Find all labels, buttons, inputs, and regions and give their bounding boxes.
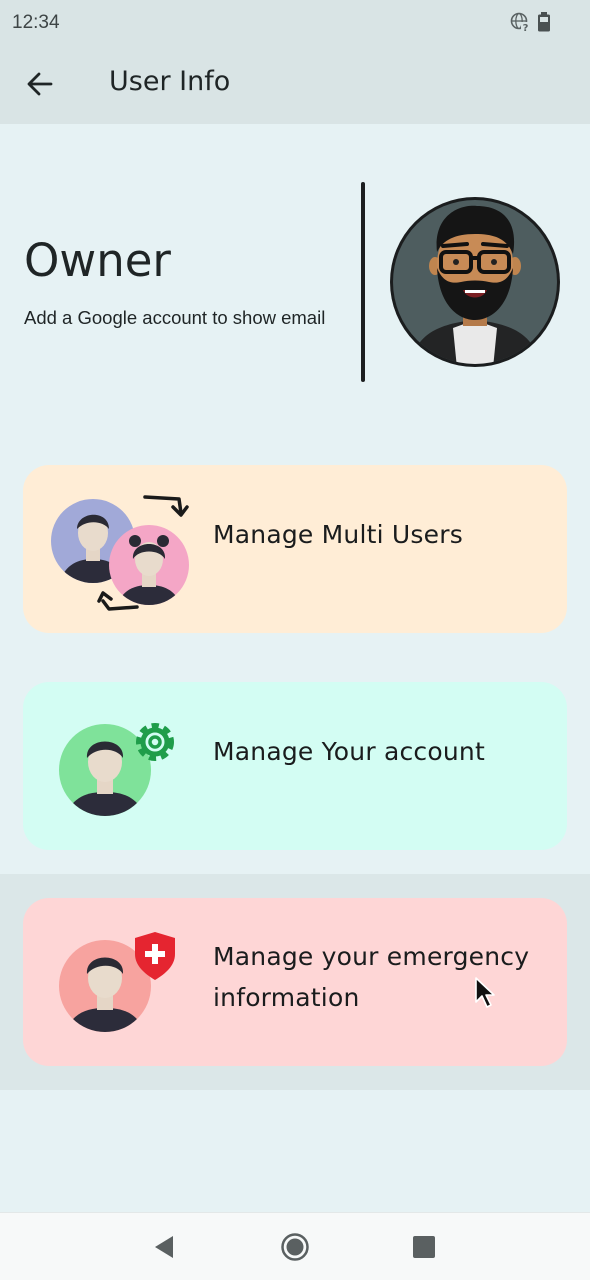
status-time: 12:34	[12, 12, 60, 33]
system-nav-bar	[0, 1212, 590, 1280]
globe-question-icon: ?	[510, 12, 530, 32]
mouse-cursor-icon	[475, 977, 495, 1008]
square-recents-icon[interactable]	[408, 1231, 440, 1263]
manage-multi-users-card[interactable]: Manage Multi Users	[23, 465, 567, 633]
page-title: User Info	[109, 66, 231, 97]
owner-name: Owner	[24, 234, 171, 287]
svg-text:?: ?	[523, 23, 529, 32]
owner-email-hint: Add a Google account to show email	[24, 307, 326, 328]
bearded-man-avatar[interactable]	[389, 196, 561, 368]
battery-icon	[538, 12, 550, 32]
circle-home-icon[interactable]	[279, 1231, 311, 1263]
profile-divider	[361, 182, 365, 382]
arrow-left-icon	[27, 72, 53, 96]
card-label: Manage Your account	[213, 737, 485, 766]
emergency-shield-icon	[59, 932, 175, 1032]
manage-account-card[interactable]: Manage Your account	[23, 682, 567, 850]
status-bar: 12:34 ?	[0, 0, 590, 44]
app-bar: User Info	[0, 44, 590, 124]
back-button[interactable]	[20, 64, 60, 104]
account-settings-icon	[59, 723, 174, 816]
switch-users-icon	[51, 495, 189, 611]
triangle-back-icon[interactable]	[149, 1231, 181, 1263]
card-label: Manage Multi Users	[213, 520, 463, 549]
card-label: Manage your emergency information	[213, 942, 530, 1012]
